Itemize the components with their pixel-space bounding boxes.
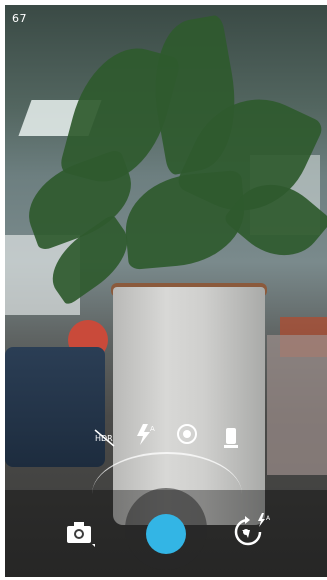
flash-auto-icon[interactable]: A xyxy=(133,421,159,447)
shutter-button[interactable] xyxy=(146,514,186,554)
switch-flash-badge: A xyxy=(266,515,271,522)
flash-auto-label: A xyxy=(150,425,155,433)
hdr-off-icon[interactable]: HDR xyxy=(92,424,118,450)
camera-mode-icon[interactable] xyxy=(64,518,96,548)
scene-mode-icon[interactable] xyxy=(218,425,244,451)
switch-camera-icon[interactable]: A xyxy=(228,510,274,552)
remaining-shots-counter: 67 xyxy=(12,12,27,25)
settings-icon[interactable] xyxy=(174,421,200,447)
handbag xyxy=(5,347,105,467)
background-object xyxy=(267,335,327,475)
